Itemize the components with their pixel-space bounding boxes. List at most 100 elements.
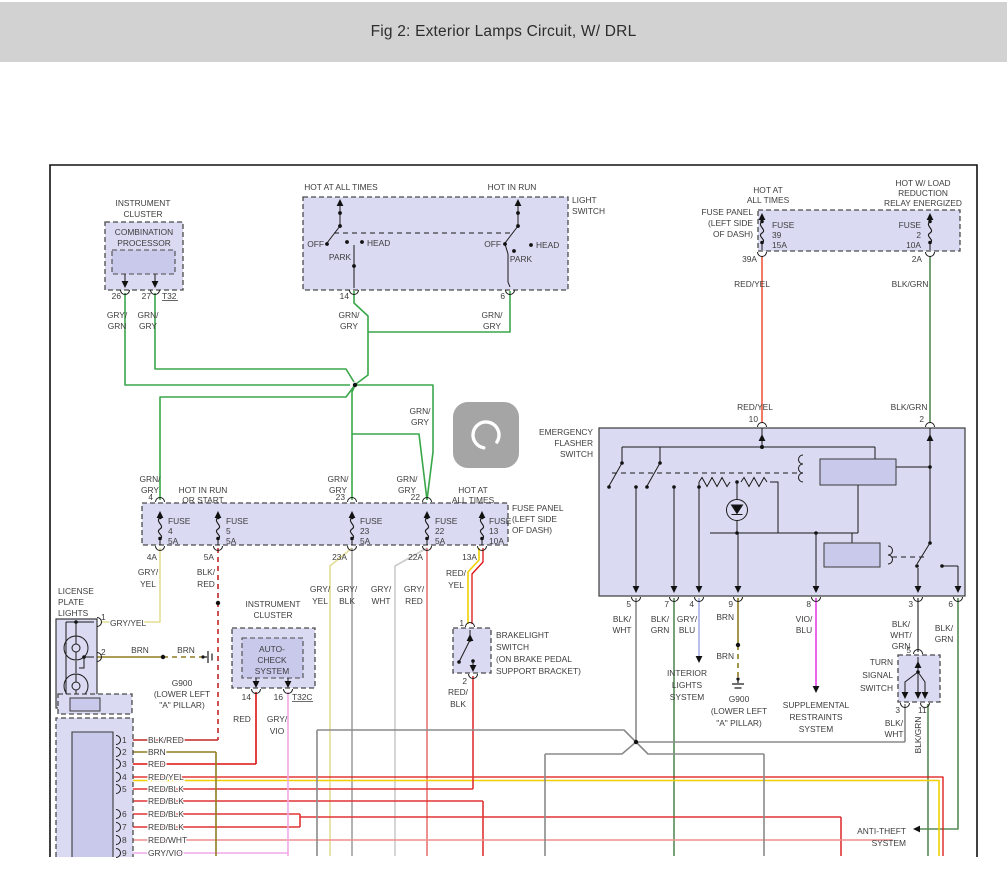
svg-text:27: 27	[142, 291, 152, 301]
svg-text:BRN: BRN	[716, 651, 734, 661]
svg-text:14: 14	[340, 291, 350, 301]
svg-text:SUPPORT BRACKET): SUPPORT BRACKET)	[496, 666, 581, 676]
svg-text:5: 5	[226, 526, 231, 536]
instrument-cluster: INSTRUMENT CLUSTER COMBINATION PROCESSOR…	[105, 198, 183, 331]
brakelight-switch: 1 2 BRAKELIGHT SWITCH (ON BRAKE PEDAL SU…	[448, 618, 581, 709]
svg-text:BLK/GRN: BLK/GRN	[892, 279, 929, 289]
svg-text:RED: RED	[405, 596, 423, 606]
svg-text:BLK/: BLK/	[885, 718, 904, 728]
svg-text:GRY: GRY	[483, 321, 501, 331]
svg-text:SIGNAL: SIGNAL	[862, 670, 893, 680]
svg-text:BLK/GRN: BLK/GRN	[891, 402, 928, 412]
svg-text:"A" PILLAR): "A" PILLAR)	[716, 718, 762, 728]
svg-text:RED/YEL: RED/YEL	[734, 279, 770, 289]
svg-text:G900: G900	[172, 678, 193, 688]
fuse-panel-upper: FUSE PANEL (LEFT SIDE OF DASH) HOT AT AL…	[701, 178, 961, 424]
svg-text:INSTRUMENT: INSTRUMENT	[246, 599, 301, 609]
svg-text:23A: 23A	[332, 552, 347, 562]
svg-text:RED: RED	[197, 579, 215, 589]
svg-text:22: 22	[435, 526, 445, 536]
svg-text:OF DASH): OF DASH)	[713, 229, 753, 239]
svg-text:SYSTEM: SYSTEM	[255, 666, 289, 676]
svg-text:5A: 5A	[360, 536, 371, 546]
svg-text:RED/WHT: RED/WHT	[148, 835, 187, 845]
svg-text:SWITCH: SWITCH	[572, 206, 605, 216]
svg-text:2: 2	[462, 676, 467, 686]
svg-text:GRY/: GRY/	[267, 714, 288, 724]
svg-text:3: 3	[122, 759, 127, 769]
svg-text:3: 3	[895, 705, 900, 715]
svg-text:BLK/RED: BLK/RED	[148, 735, 184, 745]
connector-ref-t32c: T32C	[292, 692, 312, 702]
svg-text:6: 6	[500, 291, 505, 301]
svg-text:GRN/: GRN/	[140, 474, 162, 484]
svg-text:REDUCTION: REDUCTION	[898, 188, 948, 198]
svg-text:GRY/YEL: GRY/YEL	[110, 618, 146, 628]
svg-text:RED/: RED/	[448, 687, 469, 697]
svg-text:GRN/: GRN/	[397, 474, 419, 484]
svg-text:GRN/: GRN/	[410, 406, 432, 416]
svg-text:CLUSTER: CLUSTER	[253, 610, 292, 620]
svg-text:YEL: YEL	[140, 579, 156, 589]
svg-text:2: 2	[919, 414, 924, 424]
svg-text:BLK/GRN: BLK/GRN	[913, 717, 923, 754]
svg-text:INTERIOR: INTERIOR	[667, 668, 707, 678]
wire-gry-vio	[120, 692, 288, 856]
svg-text:15A: 15A	[772, 240, 787, 250]
svg-text:8: 8	[806, 599, 811, 609]
bottom-connector: 1 BLK/RED 2 BRN 3 RED 4 RED/YEL 5 RED/BL…	[56, 718, 187, 858]
svg-text:LIGHTS: LIGHTS	[672, 680, 703, 690]
svg-text:ANTI-THEFT: ANTI-THEFT	[857, 826, 906, 836]
svg-text:FUSE: FUSE	[772, 220, 795, 230]
svg-text:1: 1	[101, 612, 106, 622]
svg-text:SWITCH: SWITCH	[560, 449, 593, 459]
svg-text:SYSTEM: SYSTEM	[799, 724, 833, 734]
svg-text:14: 14	[242, 692, 252, 702]
svg-text:LICENSE: LICENSE	[58, 586, 94, 596]
svg-text:FUSE: FUSE	[168, 516, 191, 526]
svg-text:GRY/: GRY/	[371, 584, 392, 594]
auto-check-system: INSTRUMENT CLUSTER AUTO- CHECK SYSTEM 14…	[232, 599, 315, 736]
ground-symbol-g900-license	[201, 651, 212, 663]
svg-text:VIO: VIO	[270, 726, 285, 736]
svg-text:GRY/: GRY/	[677, 614, 698, 624]
svg-text:5A: 5A	[204, 552, 215, 562]
svg-text:SYSTEM: SYSTEM	[872, 838, 906, 848]
svg-text:GRY: GRY	[411, 417, 429, 427]
svg-text:LIGHTS: LIGHTS	[58, 608, 89, 618]
svg-text:VIO/: VIO/	[796, 614, 813, 624]
svg-text:5A: 5A	[168, 536, 179, 546]
svg-text:GRY: GRY	[139, 321, 157, 331]
svg-text:BRN: BRN	[148, 747, 166, 757]
svg-text:9: 9	[122, 848, 127, 858]
svg-text:FUSE: FUSE	[489, 516, 512, 526]
svg-text:GRN: GRN	[651, 625, 670, 635]
svg-text:GRY: GRY	[340, 321, 358, 331]
svg-text:LIGHT: LIGHT	[572, 195, 597, 205]
svg-text:ALL TIMES: ALL TIMES	[747, 195, 790, 205]
svg-text:WHT: WHT	[612, 625, 631, 635]
license-plate-lights: LICENSE PLATE LIGHTS 1 GRY/YEL 2 BRN BRN…	[56, 586, 212, 714]
svg-text:GRN/: GRN/	[138, 310, 160, 320]
svg-text:BRN: BRN	[131, 645, 149, 655]
svg-text:HEAD: HEAD	[367, 238, 390, 248]
wiring-diagram: INSTRUMENT CLUSTER COMBINATION PROCESSOR…	[0, 0, 1007, 870]
svg-text:5A: 5A	[435, 536, 446, 546]
svg-text:HOT AT ALL TIMES: HOT AT ALL TIMES	[304, 182, 378, 192]
svg-text:7: 7	[122, 822, 127, 832]
svg-text:RED/BLK: RED/BLK	[148, 784, 184, 794]
svg-text:RED: RED	[148, 759, 166, 769]
svg-text:(LEFT SIDE: (LEFT SIDE	[708, 218, 753, 228]
svg-text:FUSE PANEL: FUSE PANEL	[512, 503, 564, 513]
svg-text:OF DASH): OF DASH)	[512, 525, 552, 535]
svg-text:16: 16	[274, 692, 284, 702]
svg-text:BRN: BRN	[716, 612, 734, 622]
svg-text:HOT IN RUN: HOT IN RUN	[179, 485, 228, 495]
svg-text:"A" PILLAR): "A" PILLAR)	[159, 700, 205, 710]
svg-text:GRN/: GRN/	[482, 310, 504, 320]
svg-text:10: 10	[749, 414, 759, 424]
system-destinations: INTERIOR LIGHTS SYSTEM G900 (LOWER LEFT …	[667, 668, 906, 848]
svg-text:AUTO-: AUTO-	[259, 644, 285, 654]
svg-text:GRY/: GRY/	[310, 584, 331, 594]
svg-text:INSTRUMENT: INSTRUMENT	[116, 198, 171, 208]
